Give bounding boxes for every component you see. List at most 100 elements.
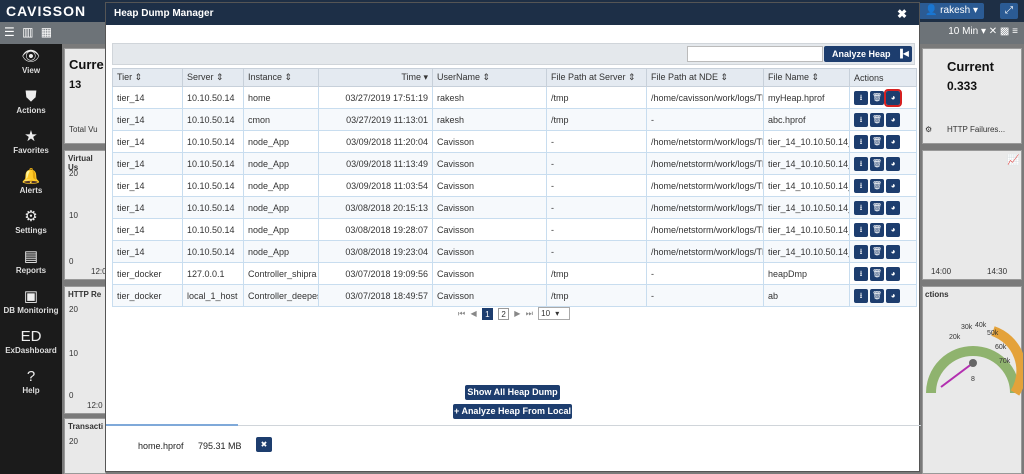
cell-server: 127.0.0.1 (182, 262, 244, 285)
download-icon[interactable]: ⭳ (854, 178, 868, 193)
download-icon[interactable]: ⭳ (854, 244, 868, 259)
download-icon[interactable]: ⭳ (854, 266, 868, 281)
cell-username: Cavisson (432, 284, 547, 307)
analyze-icon[interactable]: ◕ (886, 288, 900, 303)
show-all-heap-dump-button[interactable]: Show All Heap Dump (465, 385, 560, 400)
cell-path-server: /tmp (546, 262, 647, 285)
sidebar-item-label: DB Monitoring (3, 306, 59, 315)
close-icon[interactable]: ✖ (897, 3, 907, 25)
ytick: 0 (69, 257, 74, 266)
analyze-icon[interactable]: ◕ (886, 244, 900, 259)
next-page-icon[interactable]: ▶ (514, 309, 520, 318)
table-row[interactable]: tier_14 10.10.50.14 cmon 03/27/2019 11:13:0… (112, 108, 917, 131)
analyze-icon[interactable]: ◕ (886, 112, 900, 127)
sidebar-item-help[interactable]: ? Help (0, 364, 62, 404)
user-menu[interactable]: 👤 rakesh ▾ (918, 3, 984, 19)
page-size-select[interactable]: 10 ▾ (538, 307, 571, 320)
table-row[interactable]: tier_14 10.10.50.14 home 03/27/2019 17:51:1… (112, 86, 917, 109)
download-icon[interactable]: ⭳ (854, 90, 868, 105)
sidebar-item-settings[interactable]: ⚙ Settings (0, 204, 62, 244)
last-page-icon[interactable]: ⏭ (526, 309, 533, 319)
download-icon[interactable]: ⭳ (854, 156, 868, 171)
interval-select[interactable]: 10 Min ▾ ✕ ▩ ≡ (948, 26, 1018, 37)
menu-icon[interactable]: ☰ ▥ ▦ (4, 25, 54, 39)
cell-username: rakesh (432, 108, 547, 131)
page-1[interactable]: 1 (481, 307, 493, 320)
delete-icon[interactable]: 🗑 (870, 178, 884, 193)
col-path-nde[interactable]: File Path at NDE ⇕ (646, 68, 764, 87)
sidebar-item-view[interactable]: 👁 View (0, 44, 62, 84)
delete-icon[interactable]: 🗑 (870, 222, 884, 237)
col-time[interactable]: Time ▾ (318, 68, 433, 87)
first-page-icon[interactable]: ⏮ (458, 309, 465, 319)
analyze-icon[interactable]: ◕ (884, 88, 902, 107)
delete-icon[interactable]: 🗑 (870, 266, 884, 281)
search-input[interactable] (687, 46, 823, 62)
analyze-heap-from-local-button[interactable]: + Analyze Heap From Local (453, 404, 572, 419)
table-row[interactable]: tier_14 10.10.50.14 node_App 03/08/2018 19:… (112, 218, 917, 241)
col-username[interactable]: UserName ⇕ (432, 68, 547, 87)
table-row[interactable]: tier_dockerlocal_1_hostController_deepes… (112, 284, 917, 307)
col-path-server[interactable]: File Path at Server ⇕ (546, 68, 647, 87)
col-tier[interactable]: Tier ⇕ (112, 68, 183, 87)
col-server[interactable]: Server ⇕ (182, 68, 244, 87)
cell-filename: ab (763, 284, 850, 307)
cell-actions: ⭳ 🗑 ◕ (849, 174, 917, 197)
delete-icon[interactable]: 🗑 (870, 90, 884, 105)
download-icon[interactable]: ⭳ (854, 222, 868, 237)
cell-filename: abc.hprof (763, 108, 850, 131)
table-row[interactable]: tier_14 10.10.50.14 node_App 03/09/2018 11:… (112, 152, 917, 175)
download-icon[interactable]: ⭳ (854, 134, 868, 149)
delete-icon[interactable]: 🗑 (870, 200, 884, 215)
analyze-icon[interactable]: ◕ (886, 178, 900, 193)
sidebar-item-actions[interactable]: ⛊ Actions (0, 84, 62, 124)
analyze-icon[interactable]: ◕ (886, 134, 900, 149)
table-row[interactable]: tier_14 10.10.50.14 node_App 03/08/2018 19:… (112, 240, 917, 263)
analyze-icon[interactable]: ◕ (886, 222, 900, 237)
sidebar-item-favorites[interactable]: ★ Favorites (0, 124, 62, 164)
cell-username: rakesh (432, 86, 547, 109)
table-row[interactable]: tier_14 10.10.50.14 node_App 03/08/2018 20:… (112, 196, 917, 219)
sidebar-item-exdashboard[interactable]: ED ExDashboard (0, 324, 62, 364)
cell-username: Cavisson (432, 130, 547, 153)
delete-icon[interactable]: 🗑 (870, 288, 884, 303)
cell-filename: tier_14_10.10.50.14_nc (763, 130, 850, 153)
table-row[interactable]: tier_14 10.10.50.14 node_App 03/09/2018 11:… (112, 130, 917, 153)
remove-file-button[interactable]: ✖ (256, 437, 272, 452)
sidebar-item-label: Actions (16, 106, 46, 115)
cell-username: Cavisson (432, 218, 547, 241)
table-row[interactable]: tier_14 10.10.50.14 node_App 03/09/2018 11:… (112, 174, 917, 197)
sidebar-item-alerts[interactable]: 🔔 Alerts (0, 164, 62, 204)
delete-icon[interactable]: 🗑 (870, 134, 884, 149)
delete-icon[interactable]: 🗑 (870, 112, 884, 127)
cell-server: 10.10.50.14 (182, 174, 244, 197)
cell-path-nde: /home/netstorm/work/logs/TR (646, 152, 764, 175)
cell-tier: tier_14 (112, 152, 183, 175)
analyze-heap-button[interactable]: Analyze Heap (824, 46, 899, 62)
cell-path-server: - (546, 152, 647, 175)
col-filename[interactable]: File Name ⇕ (763, 68, 850, 87)
delete-icon[interactable]: 🗑 (870, 244, 884, 259)
download-icon[interactable]: ⭳ (854, 288, 868, 303)
cell-time: 03/27/2019 17:51:19 (318, 86, 433, 109)
ytick: 10 (69, 211, 78, 220)
table-row[interactable]: tier_docker 127.0.0.1 Controller_shipra 03/… (112, 262, 917, 285)
prev-page-icon[interactable]: ◀ (470, 309, 476, 318)
cell-time: 03/08/2018 19:23:04 (318, 240, 433, 263)
sidebar-item-reports[interactable]: ▤ Reports (0, 244, 62, 284)
gauge-label: 8 (971, 376, 975, 383)
download-icon[interactable]: ⭳ (854, 200, 868, 215)
sidebar-item-db-monitoring[interactable]: ▣ DB Monitoring (0, 284, 62, 324)
gear-icon[interactable]: ⚙ (925, 125, 932, 134)
analyze-icon[interactable]: ◕ (886, 156, 900, 171)
analyze-icon[interactable]: ◕ (886, 266, 900, 281)
chart-icon[interactable]: 📈 (1007, 155, 1019, 166)
download-icon[interactable]: ⭳ (854, 112, 868, 127)
delete-icon[interactable]: 🗑 (870, 156, 884, 171)
col-instance[interactable]: Instance ⇕ (243, 68, 319, 87)
page-2[interactable]: 2 (498, 307, 510, 320)
expand-icon[interactable]: ⤢ (1000, 3, 1018, 19)
collapse-button[interactable]: ▐◀ (894, 46, 912, 62)
gauge-label: 30k (961, 324, 973, 331)
analyze-icon[interactable]: ◕ (886, 200, 900, 215)
